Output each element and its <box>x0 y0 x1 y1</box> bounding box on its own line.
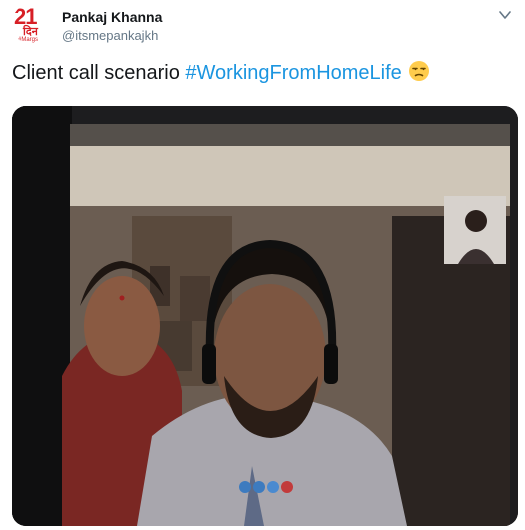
tweet-text: Client call scenario #WorkingFromHomeLif… <box>12 60 430 85</box>
author-handle[interactable]: @itsmepankajkh <box>62 28 158 43</box>
tweet-body: Client call scenario <box>12 62 186 84</box>
hashtag-link[interactable]: #WorkingFromHomeLife <box>185 62 401 84</box>
chevron-down-icon[interactable] <box>498 8 512 22</box>
tweet-photo[interactable] <box>12 106 518 526</box>
video-call-photo <box>12 106 518 526</box>
tweet-card: 21 दिन #Margs Pankaj Khanna @itsmepankaj… <box>0 0 525 530</box>
unamused-face-icon <box>408 61 429 81</box>
author-name[interactable]: Pankaj Khanna <box>62 9 162 25</box>
avatar[interactable]: 21 दिन #Margs <box>12 4 48 44</box>
avatar-tag: #Margs <box>18 37 39 43</box>
